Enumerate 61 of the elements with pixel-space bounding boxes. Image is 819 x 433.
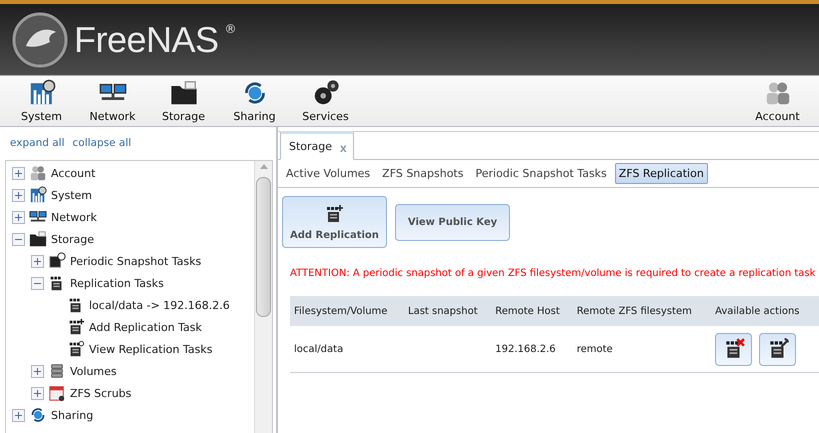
expand-toggle[interactable] [12,188,25,202]
storage-tab[interactable]: Storage x [280,131,354,160]
tree-item[interactable]: Account [51,166,96,180]
column-header: Remote ZFS filesystem [572,296,712,326]
expand-toggle[interactable] [31,254,44,268]
tree-item[interactable]: Storage [51,232,94,246]
expand-toggle[interactable] [31,364,44,378]
monitor-chart-icon [29,186,47,204]
table-cell: local/data [290,326,404,372]
expand-toggle[interactable] [12,166,25,180]
disk-stack-icon [48,362,66,380]
expand-toggle[interactable] [12,408,25,422]
tree-item[interactable]: Sharing [51,408,94,422]
folder-icon [29,230,47,248]
replication-add-icon [324,204,344,224]
subtab[interactable]: ZFS Snapshots [378,163,468,184]
expand-toggle[interactable] [12,210,25,224]
delete-button[interactable] [715,332,752,366]
account-button[interactable]: Account [742,76,813,126]
tree-item[interactable]: Replication Tasks [70,276,164,290]
column-header: Last snapshot [404,296,492,326]
subtab[interactable]: Periodic Snapshot Tasks [471,163,611,184]
brand-name: FreeNAS [74,18,219,60]
tree-item[interactable]: View Replication Tasks [89,342,212,356]
replication-add-icon [67,318,85,336]
scrollbar[interactable] [254,161,272,433]
toolbar-button[interactable]: Network [77,76,148,126]
users-icon [29,164,47,182]
expand-toggle[interactable] [31,386,44,400]
tree-link[interactable]: collapse all [72,137,132,149]
column-header: Available actions [711,296,819,326]
globe-arrows-icon [29,406,47,424]
toolbar-button[interactable]: Services [290,76,361,126]
column-header: Filesystem/Volume [290,296,404,326]
tree-item[interactable]: Network [51,210,97,224]
attention-message: ATTENTION: A periodic snapshot of a given ZFS filesystem/volume is required to create a replication task [289,267,816,279]
tree-item[interactable]: Add Replication Task [89,320,202,334]
toolbar-button[interactable]: System [6,76,77,126]
tree-item[interactable]: ZFS Scrubs [70,386,132,400]
collapse-toggle[interactable] [31,276,44,290]
public-key-button[interactable]: View Public Key [394,204,510,240]
tree-item[interactable]: Periodic Snapshot Tasks [70,254,202,268]
column-header: Remote Host [491,296,573,326]
tree-link[interactable]: expand all [10,137,65,149]
subtab[interactable]: Active Volumes [282,163,374,184]
registered-mark: ® [224,22,237,36]
toolbar-button[interactable]: Storage [148,76,219,126]
table-cell: remote [572,326,712,372]
tree-item[interactable]: local/data -> 192.168.2.6 [89,298,230,312]
tree-item[interactable]: System [51,188,92,202]
add-replication-button[interactable]: Add Replication [282,196,387,248]
edit-button[interactable] [759,332,796,366]
replication-view-icon [67,340,85,358]
calendar-icon [48,384,66,402]
toolbar-button[interactable]: Sharing [219,76,290,126]
subtab[interactable]: ZFS Replication [614,163,708,184]
table-cell: 192.168.2.6 [491,326,573,372]
tree-item[interactable]: Volumes [70,364,117,378]
clock-window-icon [48,252,66,270]
folder-icon [170,79,198,107]
collapse-toggle[interactable] [12,232,25,246]
